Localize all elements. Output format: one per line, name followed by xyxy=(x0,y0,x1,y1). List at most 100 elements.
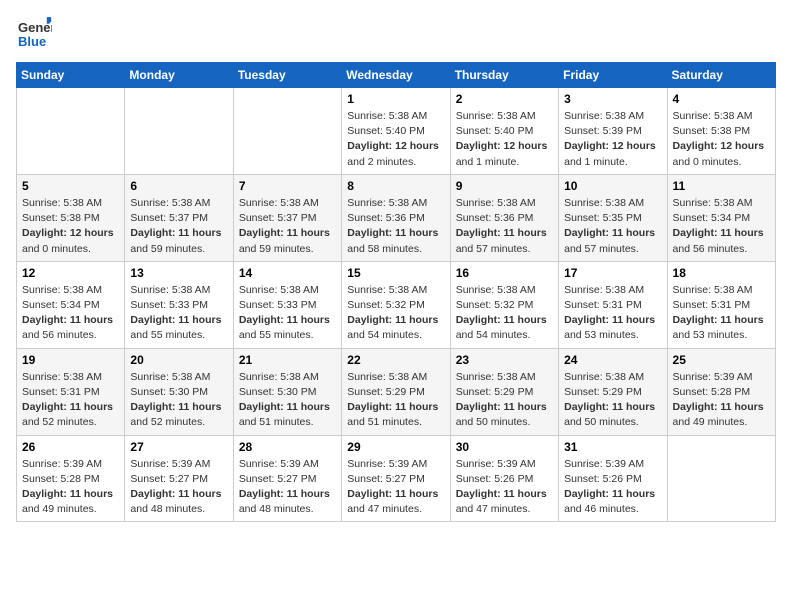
day-info-line: Sunrise: 5:38 AM xyxy=(564,110,644,122)
day-info-line: Sunset: 5:28 PM xyxy=(22,473,100,485)
calendar-cell: 9Sunrise: 5:38 AMSunset: 5:36 PMDaylight… xyxy=(450,174,558,261)
day-info-line: Sunrise: 5:38 AM xyxy=(22,371,102,383)
day-info-line: and 51 minutes. xyxy=(239,416,314,428)
day-info-line: Sunset: 5:29 PM xyxy=(347,386,425,398)
day-info-line: Daylight: 11 hours xyxy=(456,314,547,326)
day-info-line: Sunrise: 5:38 AM xyxy=(456,284,536,296)
day-info-line: and 47 minutes. xyxy=(456,503,531,515)
day-info: Sunrise: 5:38 AMSunset: 5:40 PMDaylight:… xyxy=(456,109,553,170)
day-info-line: Sunrise: 5:38 AM xyxy=(564,284,644,296)
day-info-line: and 53 minutes. xyxy=(564,329,639,341)
day-number: 2 xyxy=(456,92,553,106)
day-number: 7 xyxy=(239,179,336,193)
day-info-line: Sunrise: 5:38 AM xyxy=(564,371,644,383)
calendar-cell: 17Sunrise: 5:38 AMSunset: 5:31 PMDayligh… xyxy=(559,261,667,348)
day-info: Sunrise: 5:38 AMSunset: 5:31 PMDaylight:… xyxy=(22,370,119,431)
day-info-line: Sunrise: 5:38 AM xyxy=(673,284,753,296)
calendar-cell: 12Sunrise: 5:38 AMSunset: 5:34 PMDayligh… xyxy=(17,261,125,348)
day-info-line: Sunrise: 5:39 AM xyxy=(130,458,210,470)
day-number: 23 xyxy=(456,353,553,367)
day-info-line: Sunset: 5:26 PM xyxy=(456,473,534,485)
day-info-line: Sunrise: 5:38 AM xyxy=(239,371,319,383)
calendar-cell: 16Sunrise: 5:38 AMSunset: 5:32 PMDayligh… xyxy=(450,261,558,348)
calendar-cell: 18Sunrise: 5:38 AMSunset: 5:31 PMDayligh… xyxy=(667,261,775,348)
day-info-line: Sunrise: 5:38 AM xyxy=(239,197,319,209)
day-number: 27 xyxy=(130,440,227,454)
day-number: 11 xyxy=(673,179,770,193)
day-info-line: Sunset: 5:27 PM xyxy=(130,473,208,485)
page-header: General Blue xyxy=(16,16,776,52)
day-info-line: Sunrise: 5:38 AM xyxy=(564,197,644,209)
day-info-line: and 46 minutes. xyxy=(564,503,639,515)
day-number: 9 xyxy=(456,179,553,193)
day-info-line: Daylight: 11 hours xyxy=(564,227,655,239)
day-number: 13 xyxy=(130,266,227,280)
day-info-line: Sunset: 5:34 PM xyxy=(22,299,100,311)
day-number: 30 xyxy=(456,440,553,454)
day-info-line: and 50 minutes. xyxy=(564,416,639,428)
day-number: 18 xyxy=(673,266,770,280)
day-info-line: Sunrise: 5:38 AM xyxy=(130,284,210,296)
day-info: Sunrise: 5:38 AMSunset: 5:32 PMDaylight:… xyxy=(347,283,444,344)
day-info: Sunrise: 5:38 AMSunset: 5:29 PMDaylight:… xyxy=(347,370,444,431)
calendar-cell: 28Sunrise: 5:39 AMSunset: 5:27 PMDayligh… xyxy=(233,435,341,522)
day-number: 5 xyxy=(22,179,119,193)
day-info-line: and 50 minutes. xyxy=(456,416,531,428)
day-number: 6 xyxy=(130,179,227,193)
day-number: 17 xyxy=(564,266,661,280)
day-info-line: Sunset: 5:36 PM xyxy=(347,212,425,224)
day-info-line: Daylight: 12 hours xyxy=(673,140,765,152)
day-info-line: Daylight: 12 hours xyxy=(347,140,439,152)
day-number: 25 xyxy=(673,353,770,367)
day-info-line: Sunset: 5:38 PM xyxy=(22,212,100,224)
day-info-line: and 56 minutes. xyxy=(673,243,748,255)
weekday-header-thursday: Thursday xyxy=(450,63,558,88)
day-info-line: Sunset: 5:33 PM xyxy=(239,299,317,311)
day-info-line: Sunset: 5:31 PM xyxy=(673,299,751,311)
day-info-line: Sunrise: 5:38 AM xyxy=(347,284,427,296)
day-info: Sunrise: 5:39 AMSunset: 5:26 PMDaylight:… xyxy=(564,457,661,518)
calendar-cell: 20Sunrise: 5:38 AMSunset: 5:30 PMDayligh… xyxy=(125,348,233,435)
day-info-line: and 54 minutes. xyxy=(456,329,531,341)
day-info-line: Sunset: 5:37 PM xyxy=(130,212,208,224)
day-info-line: Sunset: 5:29 PM xyxy=(564,386,642,398)
day-info-line: and 1 minute. xyxy=(456,156,520,168)
day-info-line: and 1 minute. xyxy=(564,156,628,168)
day-info-line: Daylight: 11 hours xyxy=(673,227,764,239)
day-info-line: Daylight: 11 hours xyxy=(347,314,438,326)
day-info-line: and 2 minutes. xyxy=(347,156,416,168)
day-info-line: Sunrise: 5:39 AM xyxy=(456,458,536,470)
day-info-line: Daylight: 11 hours xyxy=(130,314,221,326)
day-info-line: and 57 minutes. xyxy=(456,243,531,255)
day-number: 10 xyxy=(564,179,661,193)
calendar-cell: 10Sunrise: 5:38 AMSunset: 5:35 PMDayligh… xyxy=(559,174,667,261)
day-info-line: Daylight: 11 hours xyxy=(456,401,547,413)
weekday-header-saturday: Saturday xyxy=(667,63,775,88)
day-info: Sunrise: 5:39 AMSunset: 5:27 PMDaylight:… xyxy=(347,457,444,518)
calendar-cell: 24Sunrise: 5:38 AMSunset: 5:29 PMDayligh… xyxy=(559,348,667,435)
day-info-line: and 58 minutes. xyxy=(347,243,422,255)
day-info: Sunrise: 5:38 AMSunset: 5:34 PMDaylight:… xyxy=(22,283,119,344)
day-info-line: Sunset: 5:28 PM xyxy=(673,386,751,398)
day-number: 21 xyxy=(239,353,336,367)
calendar-cell: 26Sunrise: 5:39 AMSunset: 5:28 PMDayligh… xyxy=(17,435,125,522)
day-info-line: Sunrise: 5:38 AM xyxy=(239,284,319,296)
day-info-line: Sunrise: 5:38 AM xyxy=(347,371,427,383)
day-info: Sunrise: 5:38 AMSunset: 5:30 PMDaylight:… xyxy=(130,370,227,431)
calendar-cell: 14Sunrise: 5:38 AMSunset: 5:33 PMDayligh… xyxy=(233,261,341,348)
calendar-cell: 3Sunrise: 5:38 AMSunset: 5:39 PMDaylight… xyxy=(559,88,667,175)
day-info-line: Daylight: 11 hours xyxy=(130,401,221,413)
day-info-line: Sunrise: 5:38 AM xyxy=(673,110,753,122)
day-number: 31 xyxy=(564,440,661,454)
day-info: Sunrise: 5:39 AMSunset: 5:28 PMDaylight:… xyxy=(22,457,119,518)
day-info-line: and 52 minutes. xyxy=(22,416,97,428)
day-number: 3 xyxy=(564,92,661,106)
weekday-header-wednesday: Wednesday xyxy=(342,63,450,88)
day-info-line: Daylight: 11 hours xyxy=(564,314,655,326)
day-info-line: and 47 minutes. xyxy=(347,503,422,515)
day-info-line: and 55 minutes. xyxy=(239,329,314,341)
day-info-line: Sunset: 5:33 PM xyxy=(130,299,208,311)
day-info-line: Sunrise: 5:38 AM xyxy=(22,284,102,296)
day-info-line: Sunset: 5:31 PM xyxy=(22,386,100,398)
day-info-line: and 0 minutes. xyxy=(22,243,91,255)
